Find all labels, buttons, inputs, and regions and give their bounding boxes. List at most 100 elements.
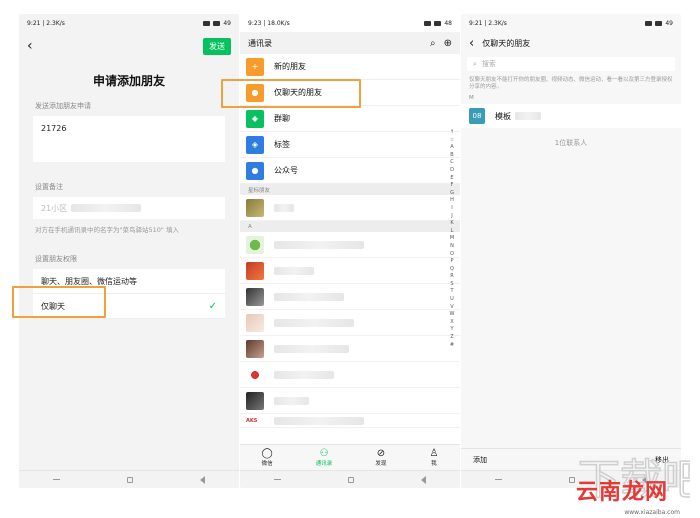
tab-bar: ◯ 微信 ⚇ 通讯录 ⊘ 发现 ♙ 我 [240,444,460,470]
avatar [246,198,264,217]
search-input[interactable]: ⌕ 搜索 [467,57,675,71]
entry-label: 群聊 [274,114,290,123]
wifi-icon [213,20,221,26]
alphabet-index-letter[interactable]: G [450,190,454,198]
blurred-text [71,204,142,212]
blurred-text [274,203,294,212]
alphabet-index-letter[interactable]: M [450,235,454,243]
tab-discover[interactable]: ⊘ 发现 [375,445,386,470]
search-icon[interactable]: ⌕ [430,38,436,49]
blurred-text [515,112,541,120]
status-bar: 9:23 | 18.0K/s 48 [240,14,460,32]
alphabet-index-letter[interactable]: Q [450,266,454,274]
checkmark-icon: ✓ [208,300,217,312]
remark-hint: 对方在手机通讯录中的名字为"菜鸟驿站510" 填入 [35,226,179,234]
list-item[interactable] [240,362,460,388]
alphabet-index-letter[interactable]: # [450,342,454,350]
add-button[interactable]: 添加 [473,455,487,465]
page-title: 仅聊天的朋友 [482,38,531,48]
entry-group-chats[interactable]: ◆ 群聊 [240,106,460,132]
list-item[interactable] [240,284,460,310]
system-nav-bar [19,470,239,488]
header: ‹ 仅聊天的朋友 [461,32,681,54]
alphabet-index-letter[interactable]: B [450,152,453,160]
alphabet-index-letter[interactable]: R [450,273,453,281]
wifi-icon [434,20,442,26]
list-item[interactable] [240,310,460,336]
alphabet-index-letter[interactable]: Y [450,326,453,334]
avatar [246,235,264,254]
list-item[interactable]: 08 模板 [461,104,681,128]
tab-contacts[interactable]: ⚇ 通讯录 [316,445,333,470]
perm-option-all-label: 聊天、朋友圈、微信运动等 [41,276,137,286]
home-icon[interactable] [126,476,133,483]
alphabet-index-letter[interactable]: I [451,205,452,213]
add-friend-icon: + [246,57,264,76]
remark-input[interactable]: 21小区 [33,197,225,219]
alphabet-index-letter[interactable]: S [450,281,453,289]
back-arrow-icon[interactable]: ‹ [27,38,33,54]
menu-icon[interactable] [52,479,60,480]
remark-label: 设置备注 [35,183,63,191]
blurred-text [274,370,334,379]
section-letter: M [469,95,474,101]
search-placeholder: 搜索 [481,60,496,68]
page-title: 申请添加朋友 [92,74,165,88]
back-icon[interactable] [421,475,427,484]
home-icon[interactable] [347,476,354,483]
panel-add-friend: 9:21 | 2.3K/s 49 ‹ 发送 申请添加朋友 发送添加朋友申请 21… [19,14,239,488]
alphabet-index-letter[interactable]: V [450,304,453,312]
alphabet-index-letter[interactable]: F [451,182,454,190]
alphabet-index-letter[interactable]: Z [450,334,453,342]
avatar [246,287,264,306]
list-item[interactable]: AKS [240,414,460,428]
entry-new-friends[interactable]: + 新的朋友 [240,54,460,80]
entry-official-accounts[interactable]: ● 公众号 [240,158,460,184]
list-item[interactable] [240,258,460,284]
wifi-icon [655,20,663,26]
entry-tags[interactable]: ◈ 标签 [240,132,460,158]
alphabet-index-letter[interactable]: H [450,197,454,205]
alphabet-index[interactable]: ↑ ☆ A B C D E F G H I J K L M N O P Q R S T U V W X Y Z # [448,129,456,349]
list-item[interactable] [240,336,460,362]
send-button[interactable]: 发送 [203,38,231,55]
alphabet-index-letter[interactable]: J [451,213,452,221]
request-input[interactable]: 21726 [33,116,225,162]
battery-level: 49 [223,19,231,27]
alphabet-index-letter[interactable]: P [450,258,453,266]
contacts-icon: ⚇ [319,448,329,459]
menu-icon[interactable] [273,479,281,480]
back-arrow-icon[interactable]: ‹ [469,36,474,51]
list-item[interactable] [240,195,460,221]
tab-chats[interactable]: ◯ 微信 [262,445,273,470]
battery-level: 48 [444,19,452,27]
list-item[interactable] [240,232,460,258]
alphabet-index-letter[interactable]: L [451,228,454,236]
status-bar: 9:21 | 2.3K/s 49 [19,14,239,32]
back-icon[interactable] [200,475,206,484]
tab-me[interactable]: ♙ 我 [429,445,438,470]
alphabet-index-letter[interactable]: A [450,144,453,152]
avatar [246,261,264,280]
alphabet-index-letter[interactable]: T [450,288,453,296]
alphabet-index-letter[interactable]: K [450,220,453,228]
menu-icon[interactable] [494,479,502,480]
list-item[interactable] [240,388,460,414]
header: ‹ 发送 [19,32,239,60]
starred-group-label: 星标朋友 [240,184,460,195]
alphabet-index-letter[interactable]: C [450,159,454,167]
alphabet-index-letter[interactable]: N [450,243,454,251]
perm-label: 设置朋友权限 [35,255,77,263]
alphabet-index-letter[interactable]: E [450,175,453,183]
alphabet-index-letter[interactable]: D [450,167,454,175]
blurred-text [274,240,364,249]
alphabet-index-letter[interactable]: ↑ [450,129,454,137]
alphabet-index-letter[interactable]: O [450,251,454,259]
alphabet-index-letter[interactable]: X [450,319,453,327]
blurred-text [274,416,364,425]
alphabet-index-letter[interactable]: W [450,311,455,319]
alphabet-index-letter[interactable]: U [450,296,454,304]
add-icon[interactable]: ⊕ [444,38,452,49]
alphabet-index-letter[interactable]: ☆ [450,137,454,145]
blurred-text [274,266,314,275]
